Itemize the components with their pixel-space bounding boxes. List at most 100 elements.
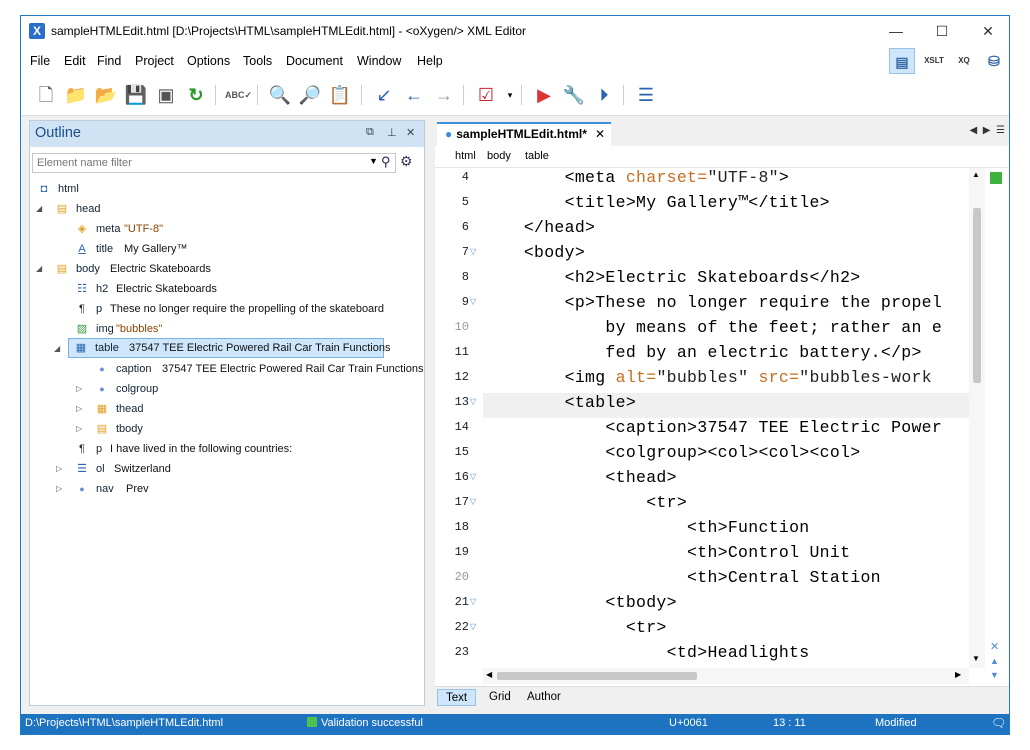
find-icon[interactable]: 🔍 [267,82,293,108]
outline-node-colgroup[interactable]: ▷ ● colgroup [34,379,414,399]
code-line[interactable]: <tr> [483,493,687,512]
tab-grid[interactable]: Grid [481,689,519,706]
debug-icon[interactable]: ⏵ [591,82,617,108]
fold-toggle-icon[interactable]: ▽ [470,397,476,406]
last-edit-icon[interactable]: ↙ [371,82,397,108]
close-panel-icon[interactable]: ✕ [406,126,415,139]
format-indent-icon[interactable]: ☰ [633,82,659,108]
outline-node-tbody[interactable]: ▷ ▤ tbody [34,419,414,439]
outline-node-thead[interactable]: ▷ ▦ thead [34,399,414,419]
close-button[interactable]: ✕ [965,16,1009,46]
menu-project[interactable]: Project [135,54,174,68]
code-line[interactable]: <th>Central Station [483,568,881,587]
code-line[interactable]: <h2>Electric Skateboards</h2> [483,268,861,287]
fold-toggle-icon[interactable]: ▽ [470,472,476,481]
breadcrumb-table[interactable]: table [525,150,549,162]
minimize-button[interactable]: — [873,16,919,46]
breadcrumb-body[interactable]: body [487,150,511,162]
code-line[interactable]: <body> [483,243,585,262]
pin-icon[interactable]: ⊥ [387,126,397,139]
horizontal-scrollbar[interactable]: ◀ ▶ [483,668,969,684]
forward-icon[interactable]: → [431,82,457,108]
code-line[interactable]: <td>Headlights [483,643,810,662]
code-line[interactable]: <p>These no longer require the propel [483,293,942,312]
expanded-icon[interactable]: ◢ [54,339,60,359]
collapsed-icon[interactable]: ▷ [76,379,88,399]
editor-perspective-icon[interactable]: ▤ [889,48,915,74]
scroll-down-icon[interactable]: ▼ [972,654,980,663]
xslt-perspective-button[interactable]: XSLT [921,48,947,74]
code-line[interactable]: by means of the feet; rather an e [483,318,942,337]
outline-node-meta[interactable]: ◈ meta "UTF-8" [34,219,414,239]
new-file-icon[interactable]: 🗋 [33,82,59,108]
paste-icon[interactable]: 📋 [327,82,353,108]
outline-node-title[interactable]: A title My Gallery™ [34,239,414,259]
refresh-icon[interactable]: ↻ [183,82,209,108]
back-icon[interactable]: ← [401,82,427,108]
menu-help[interactable]: Help [417,54,443,68]
outline-node-img[interactable]: ▨ img "bubbles" [34,319,414,339]
outline-node-nav[interactable]: ▷ ● nav Prev [34,479,414,499]
validate-dropdown-icon[interactable]: ▾ [497,82,523,108]
outline-node-ol[interactable]: ▷ ☰ ol Switzerland [34,459,414,479]
collapsed-icon[interactable]: ▷ [56,459,68,479]
spellcheck-icon[interactable]: ABC✓ [225,82,252,108]
menu-document[interactable]: Document [286,54,343,68]
configure-transform-icon[interactable]: 🔧 [561,82,587,108]
menu-edit[interactable]: Edit [64,54,86,68]
fold-toggle-icon[interactable]: ▽ [470,247,476,256]
outline-node-p[interactable]: ¶ p These no longer require the propelli… [34,299,414,319]
vertical-scrollbar[interactable]: ▲ ▼ [969,168,985,668]
restore-icon[interactable]: ⧉ [366,126,374,139]
database-perspective-icon[interactable]: ⛁ [981,48,1007,74]
menu-file[interactable]: File [30,54,50,68]
scroll-left-icon[interactable]: ◀ [486,670,492,679]
code-line[interactable]: <th>Control Unit [483,543,850,562]
collapsed-icon[interactable]: ▷ [76,419,88,439]
validate-icon[interactable]: ☑ [473,82,499,108]
previous-problem-icon[interactable]: ▲ [990,656,999,666]
code-line[interactable]: fed by an electric battery.</p> [483,343,922,362]
code-line[interactable]: <table> [483,393,636,412]
fold-toggle-icon[interactable]: ▽ [470,622,476,631]
close-tab-icon[interactable]: ✕ [595,124,605,144]
collapsed-icon[interactable]: ▷ [56,479,68,499]
next-problem-icon[interactable]: ▼ [990,670,999,680]
breadcrumb-html[interactable]: html [455,150,476,162]
menu-options[interactable]: Options [187,54,230,68]
fold-toggle-icon[interactable]: ▽ [470,497,476,506]
tab-text[interactable]: Text [437,689,477,706]
editor-tab-sampleHTMLEdit[interactable]: ● sampleHTMLEdit.html* ✕ [437,122,611,146]
code-line[interactable]: <th>Function [483,518,809,537]
outline-node-table[interactable]: ▦ table 37547 TEE Electric Powered Rail … [68,338,390,358]
open-folder-icon[interactable]: 📁 [63,82,89,108]
outline-node-head[interactable]: ◢ ▤ head [34,199,414,219]
expanded-icon[interactable]: ◢ [36,259,48,279]
scroll-up-icon[interactable]: ▲ [972,170,980,179]
code-line[interactable]: <img alt="bubbles" src="bubbles-work [483,368,932,387]
horizontal-scroll-thumb[interactable] [497,672,697,680]
find-in-files-icon[interactable]: 🔎 [297,82,323,108]
expanded-icon[interactable]: ◢ [36,199,48,219]
menu-tools[interactable]: Tools [243,54,272,68]
menu-window[interactable]: Window [357,54,401,68]
filter-dropdown-icon[interactable]: ▼ [369,156,378,166]
open-url-icon[interactable]: 📂 [93,82,119,108]
tab-navigation-icons[interactable]: ◀ ▶ ☰ [970,125,1005,136]
print-icon[interactable]: ▣ [153,82,179,108]
code-line[interactable]: <tr> [483,618,667,637]
menu-find[interactable]: Find [97,54,121,68]
scroll-right-icon[interactable]: ▶ [955,670,961,679]
save-icon[interactable]: 💾 [123,82,149,108]
collapsed-icon[interactable]: ▷ [76,399,88,419]
tab-author[interactable]: Author [519,689,569,706]
outline-node-html[interactable]: ◘ html [34,179,414,199]
code-line[interactable]: <caption>37547 TEE Electric Power [483,418,942,437]
apply-transform-icon[interactable]: ▶ [531,82,557,108]
code-line[interactable]: <thead> [483,468,677,487]
code-line[interactable]: <tbody> [483,593,677,612]
outline-node-caption[interactable]: ● caption 37547 TEE Electric Powered Rai… [34,359,424,379]
outline-node-h2[interactable]: ☷ h2 Electric Skateboards [34,279,414,299]
outline-node-p2[interactable]: ¶ p I have lived in the following countr… [34,439,414,459]
code-area[interactable]: <meta charset="UTF-8"> <title>My Gallery… [483,168,969,668]
